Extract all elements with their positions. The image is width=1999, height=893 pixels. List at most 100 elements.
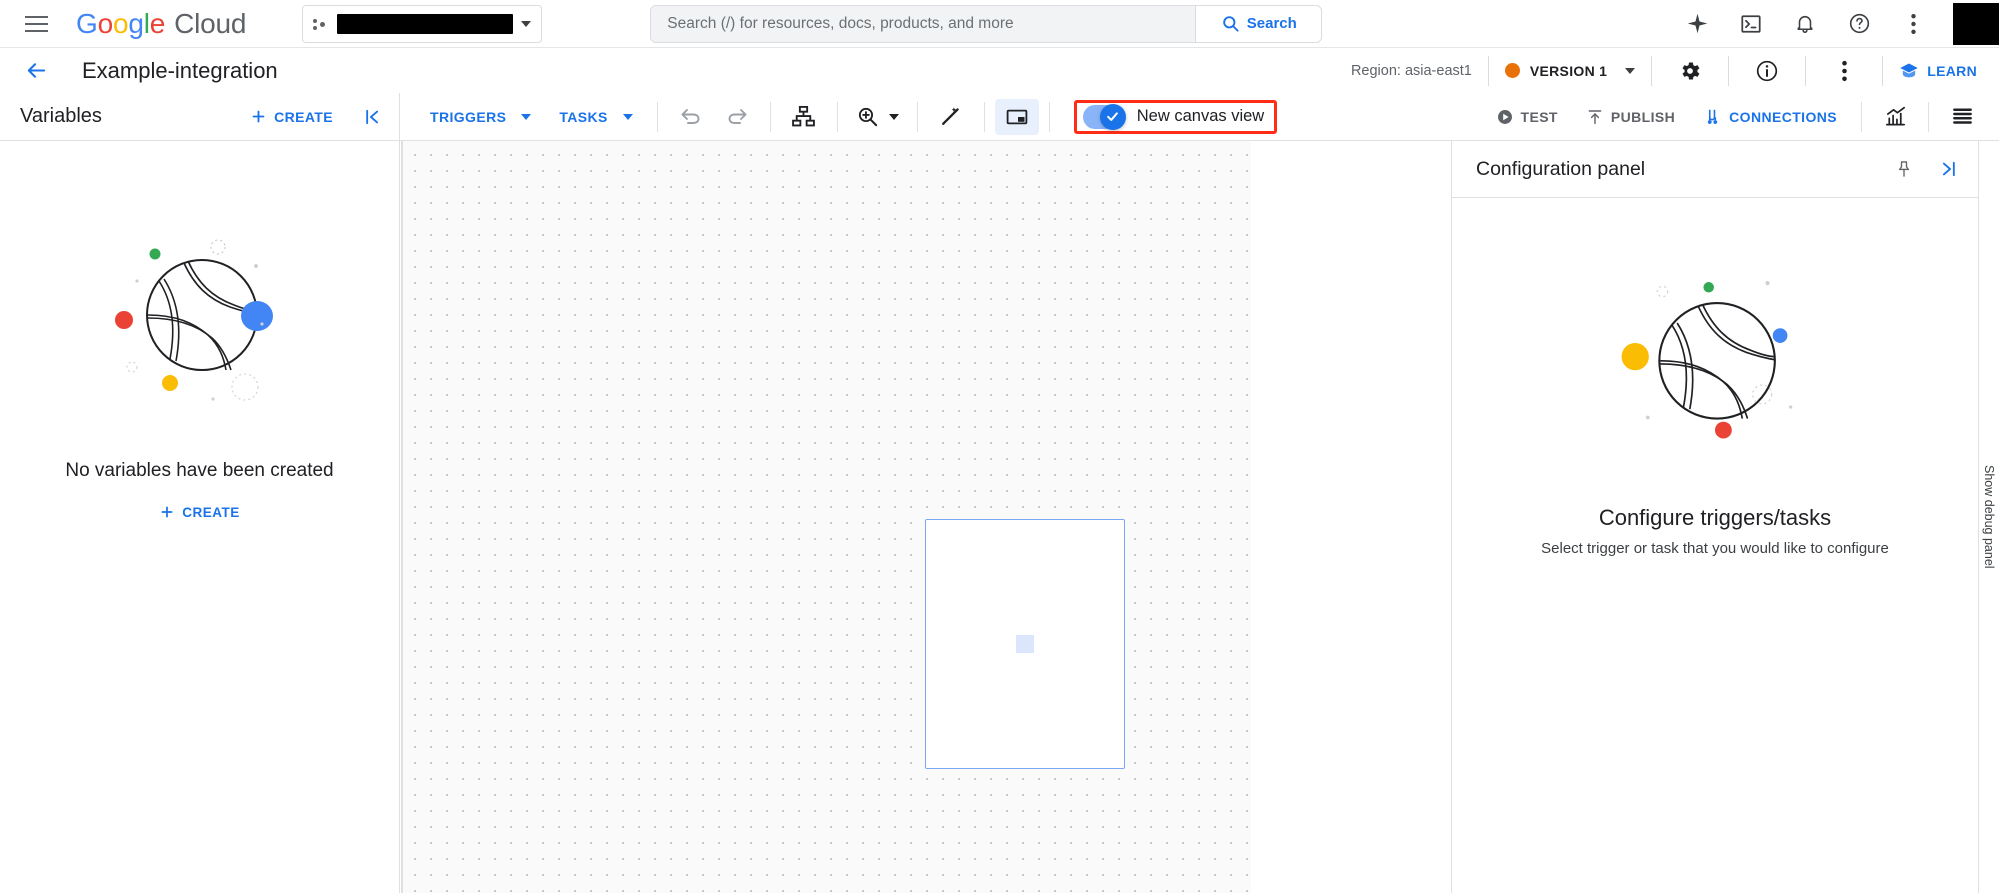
hamburger-menu-icon[interactable] <box>12 0 60 48</box>
variables-create-label: CREATE <box>274 108 333 125</box>
play-circle-icon <box>1497 109 1512 124</box>
toggle-switch[interactable] <box>1082 103 1126 130</box>
divider <box>1882 55 1884 86</box>
test-label: TEST <box>1520 108 1558 125</box>
chevron-down-icon <box>521 20 532 27</box>
global-header: Google Cloud Search <box>0 0 1999 48</box>
canvas-left-edge <box>401 141 403 893</box>
publish-upload-icon <box>1588 109 1602 124</box>
redo-icon[interactable] <box>714 97 760 137</box>
version-label: VERSION 1 <box>1529 62 1608 79</box>
editor-body: No variables have been created CREATE Co… <box>0 141 1999 893</box>
plus-icon <box>161 506 173 518</box>
test-button[interactable]: TEST <box>1482 98 1572 136</box>
account-avatar[interactable] <box>1953 2 1999 45</box>
empty-state-sphere-illustration <box>1590 260 1840 475</box>
canvas-node-card[interactable] <box>925 519 1125 769</box>
project-dots-icon <box>313 16 329 32</box>
arrow-back-icon[interactable] <box>12 51 60 91</box>
configuration-panel-body: Configure triggers/tasks Select trigger … <box>1452 198 1978 557</box>
notifications-bell-icon[interactable] <box>1783 2 1827 46</box>
publish-button[interactable]: PUBLISH <box>1572 98 1689 136</box>
new-canvas-view-label: New canvas view <box>1136 107 1265 125</box>
undo-icon[interactable] <box>668 97 714 137</box>
global-search[interactable]: Search <box>650 4 1323 43</box>
search-input[interactable] <box>651 5 1196 42</box>
pin-icon[interactable] <box>1882 147 1926 191</box>
tasks-menu-button[interactable]: TASKS <box>545 98 646 136</box>
more-vert-icon[interactable] <box>1822 49 1866 93</box>
integration-canvas[interactable] <box>401 141 1251 893</box>
connections-icon <box>1707 109 1718 124</box>
variables-panel: No variables have been created CREATE <box>0 141 400 893</box>
collapse-right-icon[interactable] <box>1926 147 1970 191</box>
variables-create-button[interactable]: CREATE <box>250 108 347 125</box>
divider <box>1048 101 1050 132</box>
chevron-down-icon <box>521 113 532 120</box>
project-selector[interactable] <box>302 4 543 43</box>
empty-state-sphere-illustration <box>90 219 310 424</box>
divider <box>1928 101 1929 132</box>
chevron-down-icon <box>888 113 899 120</box>
info-circle-icon[interactable] <box>1745 49 1789 93</box>
publish-label: PUBLISH <box>1610 108 1676 125</box>
connections-label: CONNECTIONS <box>1729 108 1837 125</box>
configuration-panel-header: Configuration panel <box>1452 141 1978 198</box>
logs-list-icon[interactable] <box>1939 97 1985 137</box>
divider <box>769 101 771 132</box>
divider <box>656 101 658 132</box>
canvas-node-placeholder <box>1016 635 1034 653</box>
zoom-control[interactable] <box>848 97 907 137</box>
page-title: Example-integration <box>82 57 278 83</box>
header-actions <box>1675 2 1999 46</box>
title-bar-actions: Region: asia-east1 VERSION 1 LEARN <box>1351 48 1999 93</box>
more-vert-icon[interactable] <box>1891 2 1935 46</box>
triggers-menu-button[interactable]: TRIGGERS <box>416 98 545 136</box>
help-question-icon[interactable] <box>1837 2 1881 46</box>
page-title-bar: Example-integration Region: asia-east1 V… <box>0 48 1999 93</box>
magic-wand-icon[interactable] <box>928 97 974 137</box>
search-button-label: Search <box>1246 15 1297 32</box>
gemini-sparkle-icon[interactable] <box>1675 2 1719 46</box>
configuration-empty-subtitle: Select trigger or task that you would li… <box>1541 540 1889 557</box>
show-debug-panel-label: Show debug panel <box>1982 465 1996 569</box>
cloud-shell-icon[interactable] <box>1729 2 1773 46</box>
auto-layout-icon[interactable] <box>781 97 827 137</box>
search-icon <box>1222 16 1239 32</box>
google-cloud-logo: Google Cloud <box>76 7 247 39</box>
search-button[interactable]: Search <box>1195 5 1322 42</box>
new-canvas-view-toggle[interactable]: New canvas view <box>1073 99 1278 134</box>
configuration-panel: Configuration panel Configure triggers/t… <box>1451 141 1978 893</box>
divider <box>1805 55 1807 86</box>
learn-label: LEARN <box>1927 62 1977 79</box>
canvas-toolbar-section: TRIGGERS TASKS New canvas view TEST PUBL… <box>400 93 1999 140</box>
gear-icon[interactable] <box>1668 49 1712 93</box>
version-selector[interactable]: VERSION 1 <box>1504 62 1636 79</box>
variables-panel-title: Variables <box>20 105 102 127</box>
version-status-dot <box>1504 63 1520 78</box>
toggle-knob <box>1099 103 1126 130</box>
collapse-left-icon[interactable] <box>347 93 399 140</box>
learn-button[interactable]: LEARN <box>1899 61 1999 81</box>
divider <box>983 101 985 132</box>
toggle-panel-icon[interactable] <box>994 98 1039 135</box>
show-debug-panel-rail[interactable]: Show debug panel <box>1978 141 1999 893</box>
chevron-down-icon <box>1625 67 1636 74</box>
divider <box>836 101 838 132</box>
variables-empty-create-label: CREATE <box>182 504 240 520</box>
configuration-empty-title: Configure triggers/tasks <box>1598 505 1832 530</box>
variables-empty-create-button[interactable]: CREATE <box>159 504 240 520</box>
plus-icon <box>252 110 265 123</box>
connections-button[interactable]: CONNECTIONS <box>1689 98 1851 136</box>
variables-toolbar-section: Variables CREATE <box>0 93 400 140</box>
triggers-label: TRIGGERS <box>430 108 507 125</box>
brand-cloud-text: Cloud <box>174 7 247 39</box>
variables-empty-title: No variables have been created <box>65 460 334 481</box>
zoom-in-icon <box>858 107 877 127</box>
chevron-down-icon <box>622 113 633 120</box>
divider <box>1487 55 1489 86</box>
chart-metrics-icon[interactable] <box>1872 97 1918 137</box>
configuration-panel-title: Configuration panel <box>1476 157 1646 180</box>
tasks-label: TASKS <box>559 108 608 125</box>
region-label: Region: asia-east1 <box>1350 62 1472 79</box>
